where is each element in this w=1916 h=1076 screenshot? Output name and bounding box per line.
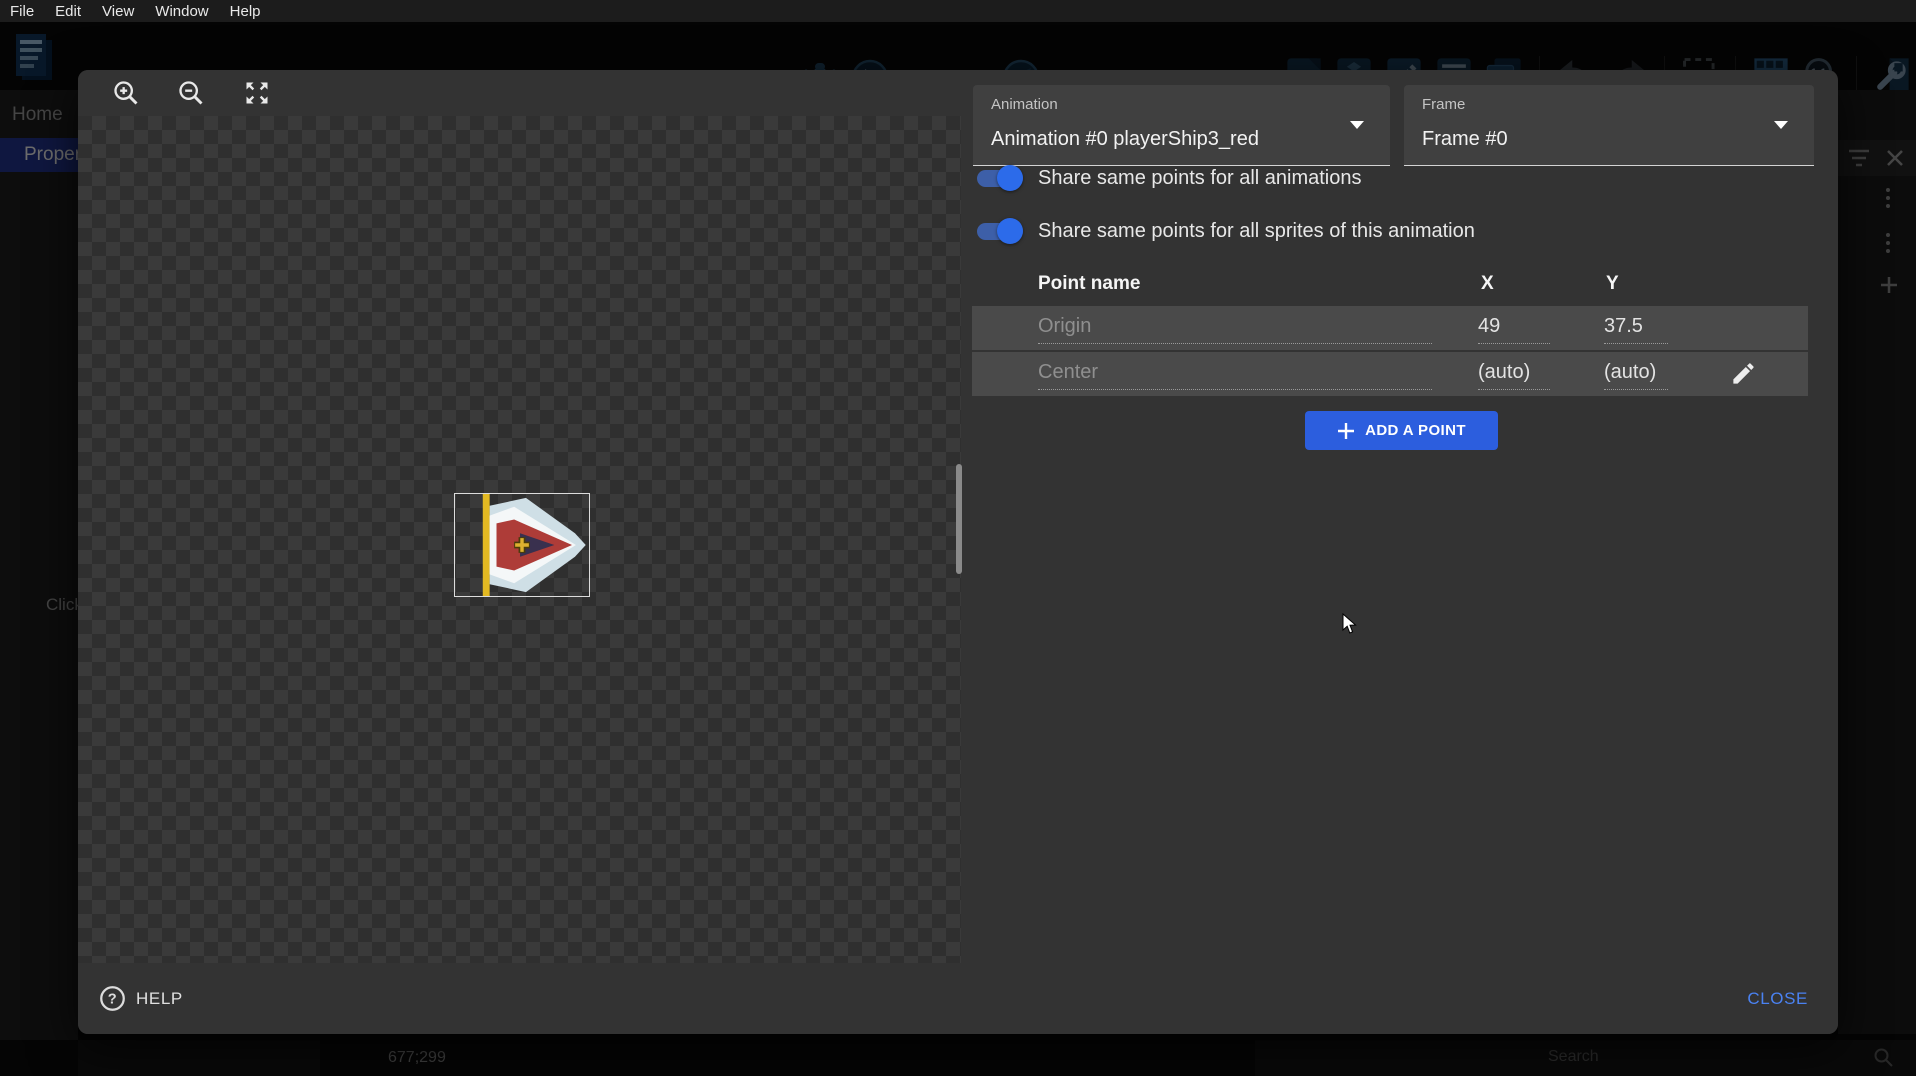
frame-select-value: Frame #0 [1422, 128, 1508, 151]
column-header-point-name: Point name [1038, 273, 1140, 295]
add-point-label: ADD A POINT [1365, 422, 1466, 439]
edit-points-dialog: Animation Animation #0 playerShip3_red F… [78, 70, 1838, 1034]
mouse-cursor [1342, 613, 1358, 635]
sprite-bounding-box [454, 493, 590, 597]
chevron-down-icon [1350, 121, 1364, 129]
dialog-footer: ? HELP CLOSE [78, 963, 1838, 1034]
point-row-origin: Origin 49 37.5 [972, 306, 1808, 350]
screen: File Edit View Window Help PREVIEW [0, 0, 1916, 1076]
point-name-field[interactable]: Origin [1038, 310, 1432, 344]
help-button[interactable]: ? HELP [99, 985, 183, 1012]
add-point-button[interactable]: ADD A POINT [1305, 411, 1498, 450]
point-y-field[interactable]: (auto) [1604, 356, 1668, 390]
share-points-all-animations-toggle[interactable] [977, 170, 1023, 187]
point-y-field[interactable]: 37.5 [1604, 310, 1668, 344]
canvas-scrollbar[interactable] [956, 464, 962, 574]
switch-thumb [997, 165, 1023, 191]
close-button[interactable]: CLOSE [1747, 989, 1808, 1009]
edit-point-icon[interactable] [1730, 360, 1757, 387]
menu-window[interactable]: Window [155, 3, 208, 20]
menu-file[interactable]: File [10, 3, 34, 20]
menu-help[interactable]: Help [230, 3, 261, 20]
help-label: HELP [136, 989, 183, 1009]
zoom-out-icon[interactable] [177, 79, 205, 107]
menu-bar: File Edit View Window Help [0, 0, 1916, 22]
plus-icon [1337, 422, 1355, 440]
share-points-all-sprites-label: Share same points for all sprites of thi… [1038, 220, 1475, 243]
animation-select[interactable]: Animation Animation #0 playerShip3_red [973, 85, 1390, 166]
player-ship-sprite[interactable] [455, 494, 589, 596]
point-x-field[interactable]: 49 [1478, 310, 1550, 344]
point-name-field[interactable]: Center [1038, 356, 1432, 390]
animation-select-label: Animation [991, 96, 1058, 113]
frame-select[interactable]: Frame Frame #0 [1404, 85, 1814, 166]
point-x-field[interactable]: (auto) [1478, 356, 1550, 390]
animation-select-value: Animation #0 playerShip3_red [991, 128, 1259, 151]
svg-text:?: ? [108, 992, 118, 1008]
share-points-all-sprites-toggle[interactable] [977, 223, 1023, 240]
canvas-toolbar [78, 70, 961, 116]
help-icon: ? [99, 985, 126, 1012]
zoom-in-icon[interactable] [112, 79, 140, 107]
fit-view-icon[interactable] [243, 79, 271, 107]
menu-view[interactable]: View [102, 3, 134, 20]
frame-select-label: Frame [1422, 96, 1465, 113]
menu-edit[interactable]: Edit [55, 3, 81, 20]
switch-thumb [997, 218, 1023, 244]
point-row-center: Center (auto) (auto) [972, 352, 1808, 396]
chevron-down-icon [1774, 121, 1788, 129]
share-points-all-animations-label: Share same points for all animations [1038, 167, 1362, 190]
column-header-y: Y [1606, 273, 1619, 295]
column-header-x: X [1481, 273, 1494, 295]
